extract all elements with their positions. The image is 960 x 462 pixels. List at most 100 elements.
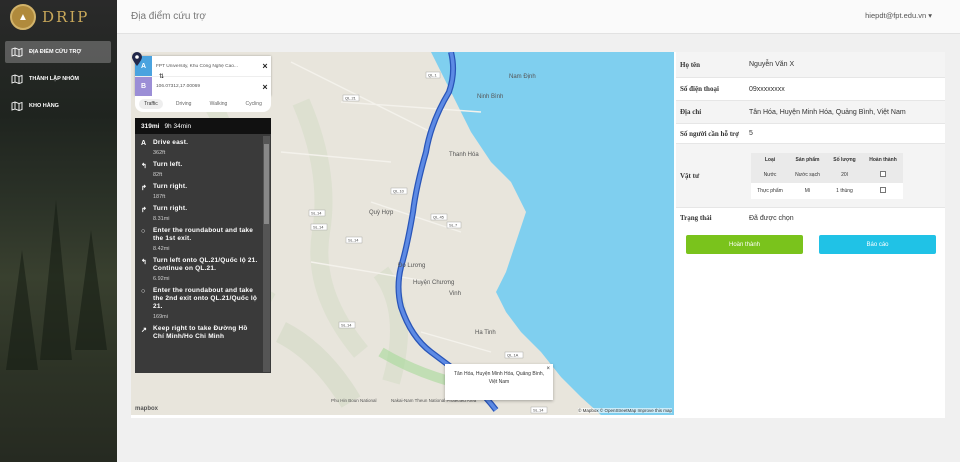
origin-input[interactable]: FPT University, Khu Công Nghệ Cao... [152, 64, 259, 69]
route-steps[interactable]: A Drive east. 362ft ↰ Turn left. 82ft ↱ Turn … [135, 136, 263, 371]
step-text: Turn right. [153, 205, 188, 212]
table-header-row: Loại Sản phẩm Số lượng Hoàn thành [751, 152, 903, 167]
popup-address: Tân Hóa, Huyện Minh Hóa, Quảng Bình, Việ… [453, 371, 545, 385]
detail-row-supplies: Vật tư Loại Sản phẩm Số lượng Hoàn thành… [676, 144, 945, 208]
phone-value: 09xxxxxxxx [749, 85, 785, 93]
tree-silhouette [40, 200, 72, 360]
road-label: QL.1A [507, 353, 519, 358]
road-label: QL.21 [345, 96, 357, 101]
column-header: Số lượng [826, 152, 863, 167]
supply-quantity: 20l [826, 166, 863, 183]
step-text: Turn left. [153, 161, 183, 168]
step-distance: 8.42mi [153, 246, 170, 252]
steps-scrollbar[interactable] [263, 136, 270, 372]
road-label: SL.7 [449, 223, 458, 228]
route-step[interactable]: ↱ Turn right. 8.31mi [135, 202, 263, 224]
place-label: Ninh Bình [477, 94, 503, 100]
route-step[interactable]: ↰ Turn left. 82ft [135, 158, 263, 180]
location-pin-icon[interactable] [131, 52, 143, 66]
place-label: Nam Định [509, 74, 536, 80]
close-icon[interactable]: × [259, 82, 271, 92]
roundabout-icon: ○ [141, 288, 146, 295]
swap-icon[interactable]: ⇅ [159, 73, 164, 80]
route-step[interactable]: ○ Enter the roundabout and take the 2nd e… [135, 284, 263, 322]
route-duration: 9h 34min [164, 122, 192, 130]
step-text: Keep right to take Đường Hồ Chí Minh/Ho … [153, 325, 248, 340]
sidebar-item-label: ĐỊA ĐIỂM CỨU TRỢ [29, 49, 82, 55]
name-value: Nguyễn Văn X [749, 61, 795, 68]
address-value: Tân Hóa, Huyện Minh Hóa, Quảng Bình, Việ… [749, 108, 906, 116]
route-step[interactable]: ↰ Turn left onto QL.21/Quốc lộ 21. Contin… [135, 254, 263, 284]
detail-row-phone: Số điện thoại 09xxxxxxxx [676, 78, 945, 101]
map-icon [11, 101, 23, 111]
tab-driving[interactable]: Driving [171, 99, 197, 109]
origin-row: A FPT University, Khu Công Nghệ Cao... × [135, 56, 271, 76]
table-row: Thực phẩm Mì 1 thùng [751, 183, 903, 199]
route-step[interactable]: ↗ Keep right to take Đường Hồ Chí Minh/Ho… [135, 322, 263, 343]
road-label: SL.14 [348, 238, 359, 243]
route-instructions: 319mi 9h 34min A Drive east. 362ft ↰ Turn l… [135, 118, 271, 373]
complete-cell [863, 166, 903, 183]
destination-input[interactable]: 106.07312,17.00069 [152, 84, 259, 89]
destination-row: B 106.07312,17.00069 × [135, 76, 271, 97]
supply-product: Mì [804, 187, 811, 194]
route-step[interactable]: A Drive east. 362ft [135, 136, 263, 158]
mapbox-logo[interactable]: mapbox [135, 406, 158, 412]
main-content: Nam Định Ninh Bình Thanh Hóa Quỳ Hợp Đo … [131, 52, 945, 418]
supplies-value: Loại Sản phẩm Số lượng Hoàn thành Nước N… [749, 152, 945, 199]
app-logo[interactable]: ▲ DRIP [10, 4, 89, 30]
complete-button[interactable]: Hoàn thành [686, 235, 803, 254]
map-attribution[interactable]: © Mapbox © OpenStreetMap Improve this ma… [578, 408, 672, 413]
turn-right-icon: ↱ [141, 185, 147, 192]
page-title: Địa điểm cứu trợ [131, 11, 206, 22]
sidebar-item-relief-locations[interactable]: ĐỊA ĐIỂM CỨU TRỢ [5, 41, 111, 63]
complete-checkbox[interactable] [880, 171, 886, 178]
location-popup: × Tân Hóa, Huyện Minh Hóa, Quảng Bình, V… [445, 364, 553, 400]
tab-cycling[interactable]: Cycling [240, 99, 266, 109]
step-distance: 6.92mi [153, 276, 170, 282]
turn-left-icon: ↰ [141, 259, 147, 266]
detail-row-people: Số người cần hỗ trợ 5 [676, 124, 945, 144]
route-distance: 319mi [141, 122, 160, 130]
column-header: Hoàn thành [863, 152, 903, 167]
complete-checkbox[interactable] [880, 187, 886, 194]
status-label: Trạng thái [680, 214, 712, 222]
close-icon[interactable]: × [259, 61, 271, 71]
detail-row-status: Trạng thái Đã được chọn [676, 208, 945, 228]
topbar: Địa điểm cứu trợ hiepdt@fpt.edu.vn ▾ [117, 0, 960, 34]
road-label: SL.14 [313, 225, 324, 230]
place-label: Huyện Chương [413, 280, 454, 286]
sidebar-item-label: KHO HÀNG [29, 103, 59, 109]
place-label: Ha Tinh [475, 330, 496, 336]
action-buttons: Hoàn thành Báo cáo [686, 235, 936, 254]
sidebar-item-warehouse[interactable]: KHO HÀNG [5, 95, 111, 117]
name-label: Họ tên [680, 60, 701, 69]
road-label: SL.14 [533, 408, 544, 413]
route-step[interactable]: ↱ Turn right. 187ft [135, 180, 263, 202]
scroll-thumb[interactable] [264, 144, 269, 224]
user-email: hiepdt@fpt.edu.vn [865, 11, 927, 20]
complete-cell [863, 183, 903, 199]
route-step[interactable]: ○ Enter the roundabout and take the 1st e… [135, 224, 263, 254]
roundabout-icon: ○ [141, 228, 146, 235]
map-view[interactable]: Nam Định Ninh Bình Thanh Hóa Quỳ Hợp Đo … [131, 52, 674, 415]
supplies-table: Loại Sản phẩm Số lượng Hoàn thành Nước N… [751, 152, 903, 199]
tab-traffic[interactable]: Traffic [139, 99, 163, 109]
sidebar-item-create-group[interactable]: THÀNH LẬP NHÓM [5, 68, 111, 90]
column-header: Loại [751, 152, 789, 167]
turn-left-icon: ↰ [141, 163, 147, 170]
keep-right-icon: ↗ [141, 327, 147, 334]
report-button[interactable]: Báo cáo [819, 235, 936, 254]
road-label: QL.10 [393, 189, 405, 194]
tab-walking[interactable]: Walking [205, 99, 233, 109]
tree-silhouette [75, 230, 107, 350]
table-row: Nước Nước sạch 20l [751, 166, 903, 183]
road-label: QL.1 [428, 73, 437, 78]
user-menu[interactable]: hiepdt@fpt.edu.vn ▾ [865, 11, 932, 20]
supply-quantity: 1 thùng [836, 187, 853, 194]
place-label: Thanh Hóa [449, 152, 479, 158]
popup-close-icon[interactable]: × [546, 365, 550, 373]
step-text: Enter the roundabout and take the 1st ex… [153, 227, 254, 242]
place-label: Phu Hin Boun National [331, 398, 377, 403]
column-header: Sản phẩm [789, 152, 826, 167]
